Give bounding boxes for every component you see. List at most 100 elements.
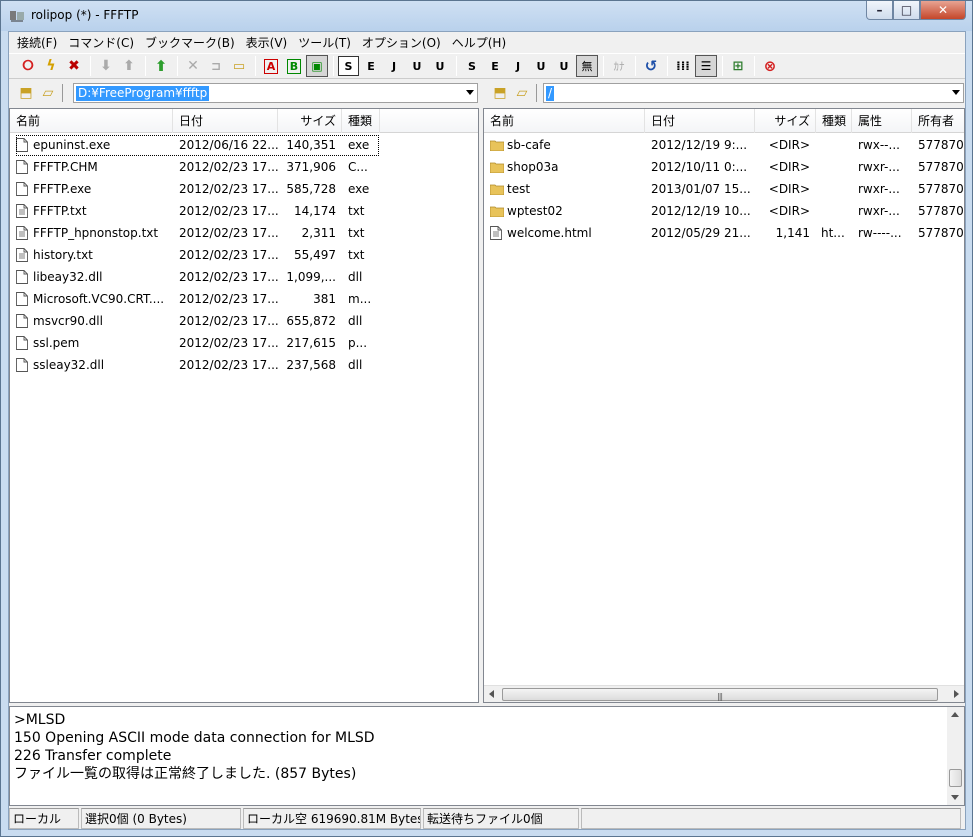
remote-file-row[interactable]: welcome.html 2012/05/29 21... 1,141 ht... rw… [484,222,964,244]
local-file-row[interactable]: ssl.pem 2012/02/23 17... 217,615 p... [10,332,478,354]
log-vertical-scrollbar[interactable] [947,707,964,805]
mirror-upload-button[interactable]: ⬆ [150,55,172,77]
sync-dir-button[interactable]: ⊞ [727,55,749,77]
menu-bookmark[interactable]: ブックマーク(B) [141,32,239,52]
list-view-button[interactable]: ⁞⁞⁞ [672,55,694,77]
kana-button[interactable]: ｶﾅ [608,55,630,77]
remote-file-list[interactable]: 名前 日付 サイズ 種類 属性 所有者 sb-cafe 2012/12/19 9:… [483,108,965,703]
local-jis-button[interactable]: J [507,55,529,77]
rename-button[interactable]: ⊐ [205,55,227,77]
maximize-button[interactable]: □ [893,1,920,20]
local-col-name[interactable]: 名前 [10,109,173,133]
host-jis-button[interactable]: J [383,55,405,77]
local-file-row[interactable]: epuninst.exe 2012/06/16 22... 140,351 exe [10,134,478,156]
refresh-button[interactable]: ↺ [640,55,662,77]
jis-icon: J [391,59,397,73]
remote-up-folder-button[interactable]: ⬒ [489,83,511,103]
host-euc-button[interactable]: E [360,55,382,77]
stop-button[interactable]: ⊗ [759,55,781,77]
local-file-row[interactable]: ssleay32.dll 2012/02/23 17... 237,568 dll [10,354,478,376]
local-utf8-button[interactable]: U [530,55,552,77]
menu-tools[interactable]: ツール(T) [294,32,355,52]
menu-help[interactable]: ヘルプ(H) [448,32,510,52]
remote-col-date[interactable]: 日付 [645,109,755,133]
arrow-down-icon: ⬇ [100,58,112,74]
connect-button[interactable]: ⭘ [17,55,39,77]
grip-icon: ||| [717,692,723,701]
local-file-row[interactable]: FFFTP_hpnonstop.txt 2012/02/23 17... 2,311… [10,222,478,244]
remote-file-row[interactable]: sb-cafe 2012/12/19 9:... <DIR> rwx--... 5778… [484,134,964,156]
local-path-combo[interactable]: D:¥FreeProgram¥ffftp [73,83,478,103]
scroll-right-icon[interactable] [954,690,959,698]
menu-connect[interactable]: 接続(F) [13,32,61,52]
local-size-cell: 237,568 [286,358,336,372]
remote-col-name[interactable]: 名前 [484,109,645,133]
scrollbar-thumb[interactable] [949,769,962,787]
no-conversion-button[interactable]: 無 [576,55,598,77]
remote-col-size[interactable]: サイズ [755,109,816,133]
log-window[interactable]: >MLSD 150 Opening ASCII mode data connec… [9,706,965,806]
local-open-folder-button[interactable]: ▱ [37,83,59,103]
binary-mode-button[interactable]: B [283,55,305,77]
remote-file-row[interactable]: wptest02 2012/12/19 10... <DIR> rwxr-... 577… [484,200,964,222]
local-file-row[interactable]: FFFTP.txt 2012/02/23 17... 14,174 txt [10,200,478,222]
menu-options[interactable]: オプション(O) [358,32,445,52]
remote-path-text[interactable]: / [546,86,555,101]
quick-connect-button[interactable]: ϟ [40,55,62,77]
local-col-size[interactable]: サイズ [278,109,342,133]
local-file-row[interactable]: FFFTP.exe 2012/02/23 17... 585,728 exe [10,178,478,200]
local-file-row[interactable]: msvcr90.dll 2012/02/23 17... 655,872 dll [10,310,478,332]
folder-icon [490,184,504,195]
scroll-up-icon[interactable] [951,712,959,717]
minimize-button[interactable]: – [866,1,893,20]
remote-horizontal-scrollbar[interactable]: ||| [484,685,964,702]
local-utf8n-button[interactable]: U [553,55,575,77]
scroll-down-icon[interactable] [951,795,959,800]
remote-col-attr[interactable]: 属性 [852,109,912,133]
local-name-cell: epuninst.exe [33,138,111,152]
ascii-mode-button[interactable]: A [260,55,282,77]
delete-button[interactable]: ✕ [182,55,204,77]
remote-file-row[interactable]: shop03a 2012/10/11 0:... <DIR> rwxr-... 5778… [484,156,964,178]
disconnect-button[interactable]: ✖ [63,55,85,77]
local-file-row[interactable]: history.txt 2012/02/23 17... 55,497 txt [10,244,478,266]
title-bar[interactable]: rolipop (*) - FFFTP – □ ✕ [1,1,972,31]
remote-size-cell: 1,141 [775,226,810,240]
menu-command[interactable]: コマンド(C) [64,32,138,52]
auto-mode-button[interactable]: ▣ [306,55,328,77]
local-euc-button[interactable]: E [484,55,506,77]
local-file-row[interactable]: libeay32.dll 2012/02/23 17... 1,099,... dll [10,266,478,288]
scrollbar-thumb[interactable]: ||| [502,688,938,701]
remote-file-row[interactable]: test 2013/01/07 15... <DIR> rwxr-... 577870 [484,178,964,200]
local-size-cell: 585,728 [286,182,336,196]
host-utf8-button[interactable]: U [406,55,428,77]
local-file-row[interactable]: Microsoft.VC90.CRT.... 2012/02/23 17... 38… [10,288,478,310]
host-sjis-button[interactable]: S [338,56,359,76]
local-size-cell: 2,311 [301,226,336,240]
remote-date-cell: 2013/01/07 15... [651,182,751,196]
close-button[interactable]: ✕ [920,1,966,20]
local-type-cell: dll [348,270,363,284]
local-file-list[interactable]: 名前 日付 サイズ 種類 epuninst.exe 2012/06/16 22..… [9,108,479,703]
local-path-text[interactable]: D:¥FreeProgram¥ffftp [76,86,210,101]
scroll-left-icon[interactable] [489,690,494,698]
local-sjis-button[interactable]: S [461,55,483,77]
local-up-folder-button[interactable]: ⬒ [15,83,37,103]
chevron-down-icon[interactable] [952,90,960,95]
host-utf8n-button[interactable]: U [429,55,451,77]
remote-col-owner[interactable]: 所有者 [912,109,964,133]
remote-open-folder-button[interactable]: ▱ [511,83,533,103]
remote-path-combo[interactable]: / [543,83,964,103]
sjis-icon: S [344,59,353,73]
local-col-type[interactable]: 種類 [342,109,380,133]
menu-view[interactable]: 表示(V) [242,32,292,52]
chevron-down-icon[interactable] [466,90,474,95]
detail-view-button[interactable]: ☰ [695,55,717,77]
mkdir-button[interactable]: ▭ [228,55,250,77]
remote-col-type[interactable]: 種類 [816,109,852,133]
upload-button[interactable]: ⬆ [118,55,140,77]
local-col-date[interactable]: 日付 [173,109,278,133]
local-file-row[interactable]: FFFTP.CHM 2012/02/23 17... 371,906 C... [10,156,478,178]
toolbar-separator [145,56,146,76]
download-button[interactable]: ⬇ [95,55,117,77]
